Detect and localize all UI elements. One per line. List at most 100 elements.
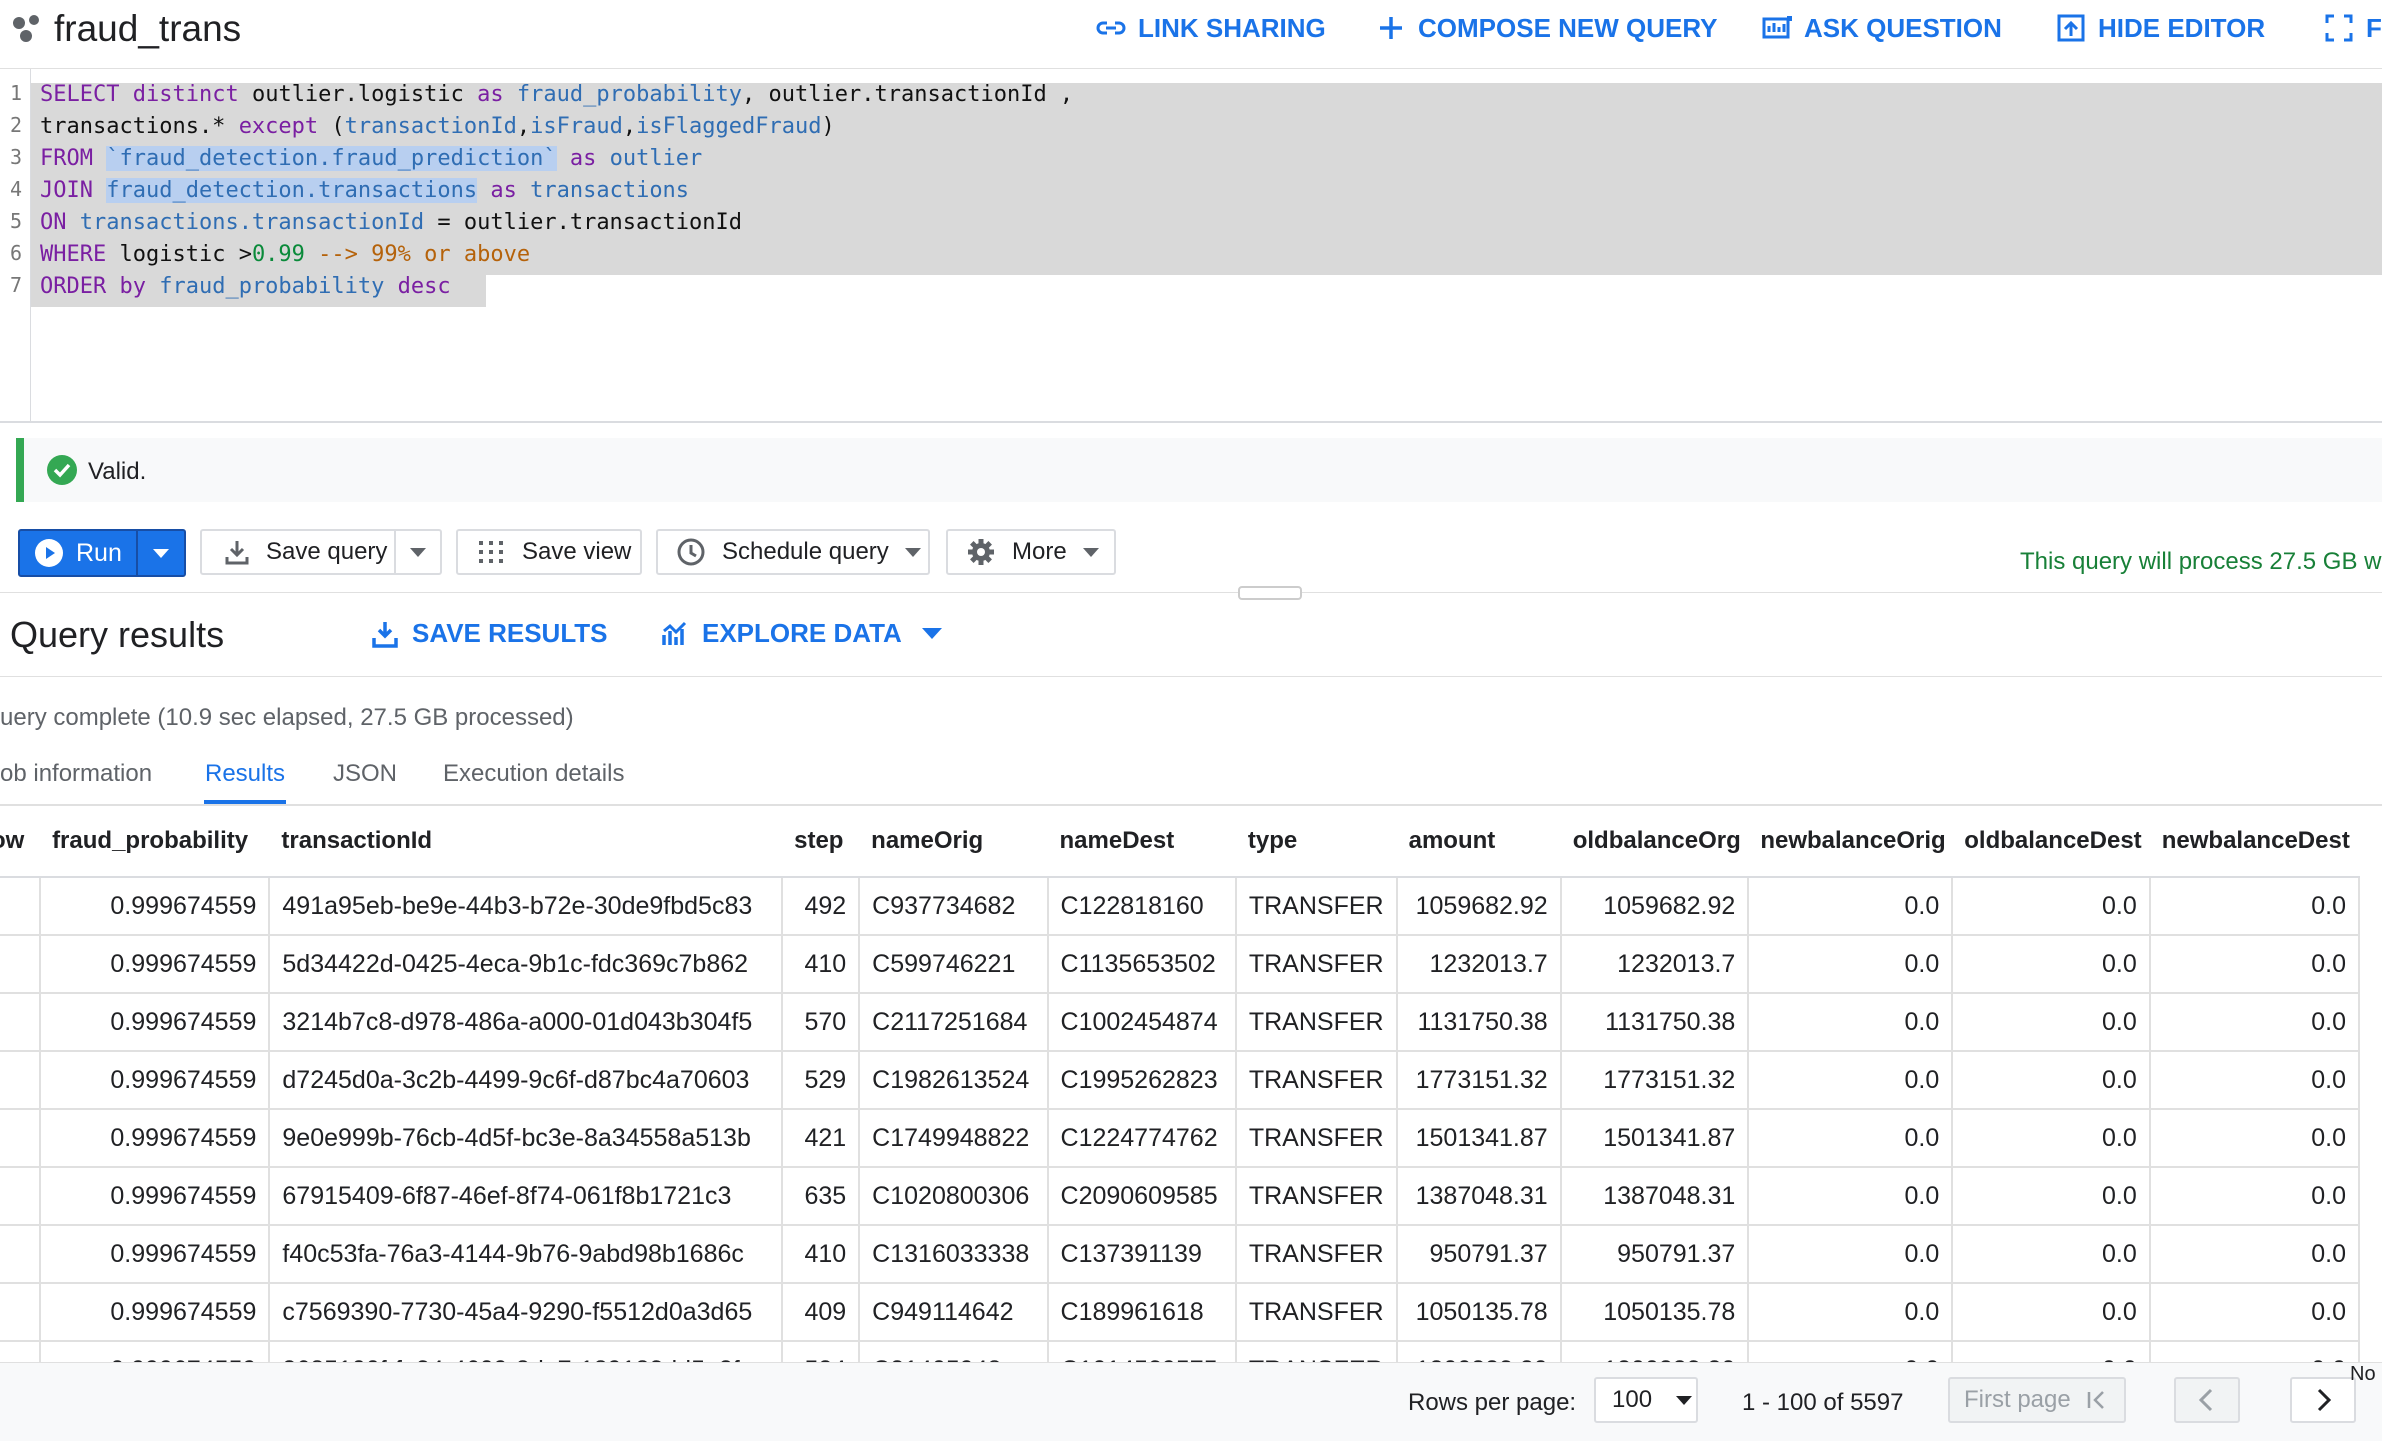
table-cell[interactable]: 0.0 bbox=[1951, 935, 2151, 994]
table-cell[interactable]: 635 bbox=[781, 1167, 861, 1226]
previous-page-button[interactable] bbox=[2174, 1377, 2240, 1423]
table-cell[interactable]: 492 bbox=[781, 877, 861, 936]
table-cell[interactable]: 0.0 bbox=[1747, 993, 1954, 1052]
table-cell[interactable]: 421 bbox=[781, 1109, 861, 1168]
tab-job-information[interactable]: ob information bbox=[0, 760, 152, 788]
table-cell[interactable]: 0.0 bbox=[1747, 877, 1954, 936]
column-header[interactable]: oldbalanceOrg bbox=[1560, 806, 1749, 878]
table-cell[interactable] bbox=[0, 1341, 42, 1362]
table-cell[interactable]: 1300332.30 bbox=[1395, 1341, 1562, 1362]
code-line-6[interactable]: WHERE logistic >0.99 --> 99% or above bbox=[40, 239, 530, 271]
table-cell[interactable]: C1020800306 bbox=[858, 1167, 1049, 1226]
table-cell[interactable]: 0.999674559 bbox=[39, 1167, 271, 1226]
run-options-dropdown[interactable] bbox=[138, 531, 184, 575]
table-cell[interactable]: C1316033338 bbox=[858, 1225, 1049, 1284]
table-cell[interactable]: 410 bbox=[781, 1225, 861, 1284]
table-cell[interactable]: TRANSFER bbox=[1234, 935, 1398, 994]
table-cell[interactable]: 1501341.87 bbox=[1395, 1109, 1562, 1168]
tab-execution-details[interactable]: Execution details bbox=[443, 760, 624, 788]
table-cell[interactable]: 0.999674559 bbox=[39, 1341, 271, 1362]
table-cell[interactable]: 0.0 bbox=[2148, 935, 2361, 994]
next-page-button[interactable] bbox=[2290, 1377, 2356, 1423]
table-cell[interactable]: 0.0 bbox=[1747, 1109, 1954, 1168]
table-cell[interactable]: 0.999674559 bbox=[39, 877, 271, 936]
ask-question-button[interactable]: ASK QUESTION bbox=[1760, 10, 2002, 46]
schedule-query-button[interactable]: Schedule query bbox=[656, 529, 930, 575]
table-cell[interactable]: 0.0 bbox=[1951, 1341, 2151, 1362]
table-cell[interactable]: 0.0 bbox=[2148, 993, 2361, 1052]
code-line-2[interactable]: transactions.* except (transactionId,isF… bbox=[40, 111, 835, 143]
table-cell[interactable]: 0.0 bbox=[2148, 1283, 2361, 1342]
tab-results[interactable]: Results bbox=[205, 760, 285, 788]
table-cell[interactable]: 0.0 bbox=[2148, 1051, 2361, 1110]
table-cell[interactable]: C122818160 bbox=[1046, 877, 1237, 936]
column-header[interactable]: fraud_probability bbox=[40, 806, 270, 878]
table-cell[interactable]: C1995262823 bbox=[1046, 1051, 1237, 1110]
table-cell[interactable]: C599746221 bbox=[858, 935, 1049, 994]
table-cell[interactable]: 0.0 bbox=[2148, 1109, 2361, 1168]
table-cell[interactable]: 950791.37 bbox=[1559, 1225, 1750, 1284]
column-header[interactable]: amount bbox=[1396, 806, 1561, 878]
table-cell[interactable]: 0.999674559 bbox=[39, 1283, 271, 1342]
table-cell[interactable]: TRANSFER bbox=[1234, 1109, 1398, 1168]
table-cell[interactable]: 950791.37 bbox=[1395, 1225, 1562, 1284]
table-cell[interactable]: 67915409-6f87-46ef-8f74-061f8b1721c3 bbox=[268, 1167, 784, 1226]
table-cell[interactable]: d7245d0a-3c2b-4499-9c6f-d87bc4a70603 bbox=[268, 1051, 784, 1110]
table-cell[interactable]: TRANSFER bbox=[1234, 1283, 1398, 1342]
sql-editor[interactable]: 1 2 3 4 5 6 7 SELECT distinct outlier.lo… bbox=[0, 68, 2382, 423]
table-cell[interactable]: C1224774762 bbox=[1046, 1109, 1237, 1168]
table-cell[interactable]: 0.999674559 bbox=[39, 1225, 271, 1284]
table-cell[interactable]: 0.0 bbox=[1951, 993, 2151, 1052]
table-cell[interactable]: C937734682 bbox=[858, 877, 1049, 936]
table-cell[interactable]: C1135653502 bbox=[1046, 935, 1237, 994]
table-cell[interactable]: TRANSFER bbox=[1234, 1341, 1398, 1362]
column-header[interactable]: nameOrig bbox=[859, 806, 1048, 878]
table-cell[interactable]: 1059682.92 bbox=[1395, 877, 1562, 936]
table-cell[interactable]: TRANSFER bbox=[1234, 1051, 1398, 1110]
code-line-7[interactable]: ORDER by fraud_probability desc bbox=[40, 271, 451, 303]
table-cell[interactable]: 9e0e999b-76cb-4d5f-bc3e-8a34558a513b bbox=[268, 1109, 784, 1168]
table-cell[interactable]: C189961618 bbox=[1046, 1283, 1237, 1342]
table-cell[interactable]: 0.999674559 bbox=[39, 993, 271, 1052]
table-cell[interactable]: 0.0 bbox=[1951, 1283, 2151, 1342]
table-cell[interactable] bbox=[0, 1225, 42, 1284]
table-cell[interactable]: 1232013.7 bbox=[1559, 935, 1750, 994]
save-query-button[interactable]: Save query bbox=[202, 531, 396, 573]
table-cell[interactable]: 0.0 bbox=[1747, 1167, 1954, 1226]
table-cell[interactable]: 1131750.38 bbox=[1395, 993, 1562, 1052]
table-cell[interactable]: 0.0 bbox=[1951, 1051, 2151, 1110]
table-cell[interactable]: 1232013.7 bbox=[1395, 935, 1562, 994]
column-header[interactable]: transactionId bbox=[269, 806, 783, 878]
first-page-button[interactable]: First page bbox=[1948, 1377, 2126, 1423]
table-cell[interactable]: 0.0 bbox=[1747, 1341, 1954, 1362]
table-cell[interactable]: 1050135.78 bbox=[1559, 1283, 1750, 1342]
table-cell[interactable]: 491a95eb-be9e-44b3-b72e-30de9fbd5c83 bbox=[268, 877, 784, 936]
link-sharing-button[interactable]: LINK SHARING bbox=[1094, 10, 1326, 46]
table-cell[interactable]: 409 bbox=[781, 1283, 861, 1342]
table-cell[interactable]: C2090609585 bbox=[1046, 1167, 1237, 1226]
save-results-button[interactable]: SAVE RESULTS bbox=[370, 618, 608, 649]
table-cell[interactable]: 1050135.78 bbox=[1395, 1283, 1562, 1342]
table-cell[interactable]: C949114642 bbox=[858, 1283, 1049, 1342]
table-cell[interactable]: 1387048.31 bbox=[1559, 1167, 1750, 1226]
column-header[interactable]: step bbox=[782, 806, 860, 878]
table-cell[interactable]: 0.0 bbox=[1951, 1109, 2151, 1168]
table-cell[interactable]: TRANSFER bbox=[1234, 1167, 1398, 1226]
table-cell[interactable]: 534 bbox=[781, 1341, 861, 1362]
table-cell[interactable]: C1749948822 bbox=[858, 1109, 1049, 1168]
table-cell[interactable]: 1059682.92 bbox=[1559, 877, 1750, 936]
table-cell[interactable] bbox=[0, 1051, 42, 1110]
table-cell[interactable]: 1501341.87 bbox=[1559, 1109, 1750, 1168]
table-cell[interactable]: 570 bbox=[781, 993, 861, 1052]
compose-new-query-button[interactable]: COMPOSE NEW QUERY bbox=[1374, 10, 1718, 46]
table-cell[interactable]: 410 bbox=[781, 935, 861, 994]
table-cell[interactable]: 0.999674559 bbox=[39, 1109, 271, 1168]
save-query-dropdown[interactable] bbox=[396, 547, 440, 557]
table-cell[interactable]: C1014529575 bbox=[1046, 1341, 1237, 1362]
fullscreen-button[interactable]: FU bbox=[2322, 10, 2382, 46]
table-cell[interactable]: 3685100f-fe24-4609-8de7-189182dd5e3f bbox=[268, 1341, 784, 1362]
table-cell[interactable]: 0.0 bbox=[1951, 1225, 2151, 1284]
column-header[interactable]: oldbalanceDest bbox=[1952, 806, 2150, 878]
table-cell[interactable]: c7569390-7730-45a4-9290-f5512d0a3d65 bbox=[268, 1283, 784, 1342]
table-cell[interactable]: 0.0 bbox=[1747, 1225, 1954, 1284]
